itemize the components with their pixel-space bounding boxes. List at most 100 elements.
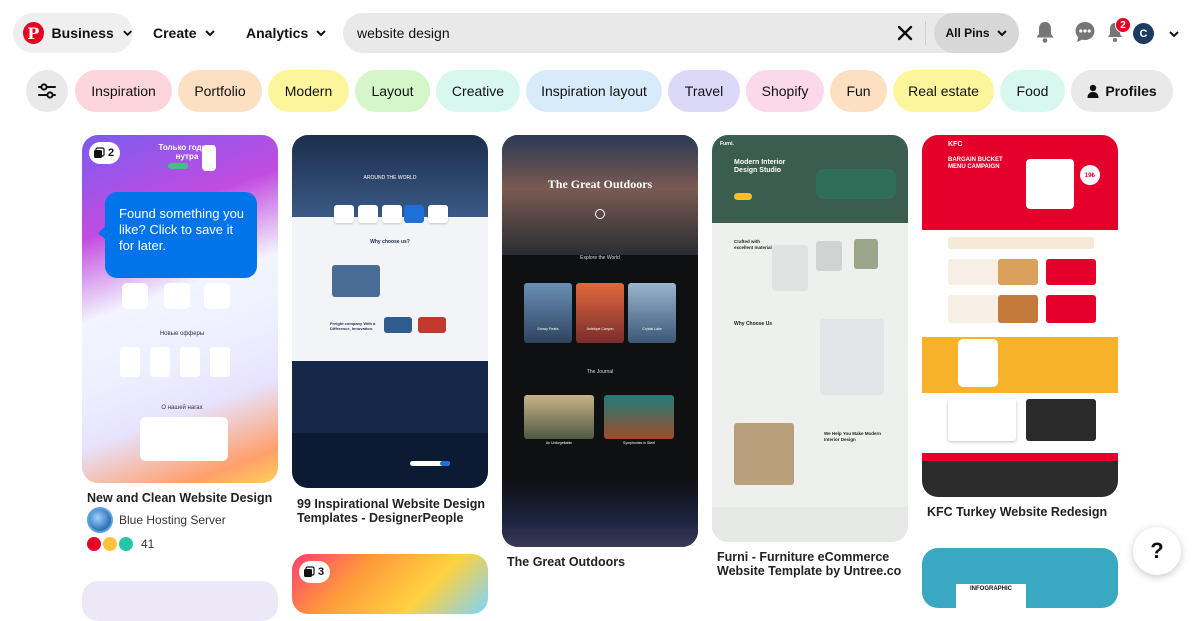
pin-image-99-inspirational[interactable]: AROUND THE WORLD Why choose us? Freight … [292,135,488,488]
chip-label: Food [1016,83,1049,99]
pin-section-text: Crafted with excellent material. [734,239,774,250]
bell-icon[interactable] [1033,20,1057,44]
chip-profiles[interactable]: Profiles [1071,70,1173,112]
create-label: Create [153,25,197,41]
sofa-shape [816,169,896,199]
chevron-down-icon [123,30,132,37]
pin-image-furni[interactable]: Furni. Modern Interior Design Studio Cra… [712,135,908,542]
chip-real-estate[interactable]: Real estate [893,70,994,112]
stack-icon [304,566,315,577]
pin-image-colorful[interactable]: 3 [292,554,488,614]
chip-label: Creative [451,83,505,99]
pin-image-new-and-clean[interactable]: Только годная нутра Новые офферы О нашей… [82,135,278,483]
pin-hero-text: AROUND THE WORLD [363,175,417,181]
bottle-shape [202,145,216,171]
burger-mini [998,259,1038,285]
sliders-icon [38,83,56,99]
all-pins-dropdown[interactable]: All Pins [934,13,1019,53]
heart-reaction-icon [87,537,101,551]
footer-mountain [502,479,698,547]
app-promo-section [922,337,1118,393]
creator-name[interactable]: Blue Hosting Server [119,513,226,527]
chip-layout[interactable]: Layout [355,70,430,112]
chevron-down-icon [996,30,1007,37]
infographic-label: INFOGRAPHIC [970,586,1012,592]
analytics-menu-button[interactable]: Analytics [246,13,327,53]
help-button[interactable]: ? [1133,527,1181,575]
create-menu-button[interactable]: Create [153,13,216,53]
search-divider [925,21,926,45]
filter-button[interactable] [26,70,68,112]
card-mini [122,283,148,309]
pin-creator[interactable]: Blue Hosting Server [87,507,226,533]
play-icon [595,209,605,219]
service-card [382,205,402,223]
chip-travel[interactable]: Travel [668,70,740,112]
top-nav: P Business Create Analytics All Pins 2 C [0,0,1200,66]
chip-label: Modern [284,83,333,99]
pin-title[interactable]: The Great Outdoors [507,555,697,569]
pinterest-logo-icon[interactable]: P [23,22,44,44]
chip-food[interactable]: Food [1000,70,1065,112]
card-image [628,283,676,343]
clear-search-icon[interactable] [895,23,915,43]
card-label: Snowy Peaks [537,327,559,331]
product-mini [120,347,140,377]
pin-section-text: Новые офферы [159,331,205,337]
product-mini [180,347,200,377]
chip-fun[interactable]: Fun [830,70,887,112]
brand-text: KFC [948,141,963,148]
image-mini [384,317,412,333]
cta-mini [168,163,188,169]
button-mini [440,461,450,466]
chevron-down-icon [204,30,215,37]
post-card [1026,399,1096,441]
image-mini [734,423,794,485]
offer-card [1046,295,1096,323]
pin-title[interactable]: New and Clean Website Design [87,491,277,505]
pin-title[interactable]: KFC Turkey Website Redesign [927,505,1117,519]
pin-image-infographic[interactable]: INFOGRAPHIC [922,548,1118,608]
chip-inspiration-layout[interactable]: Inspiration layout [526,70,662,112]
chip-creative[interactable]: Creative [436,70,520,112]
creator-avatar[interactable] [87,507,113,533]
chip-modern[interactable]: Modern [268,70,349,112]
cta-mini [734,193,752,200]
chip-portfolio[interactable]: Portfolio [178,70,262,112]
search-input[interactable] [357,13,877,53]
business-label: Business [51,25,114,41]
pin-title[interactable]: 99 Inspirational Website Design Template… [297,497,487,525]
chip-label: Layout [371,83,414,99]
journal-label: An Unforgettable [545,441,573,445]
all-pins-label: All Pins [945,26,990,40]
wow-reaction-icon [103,537,117,551]
pin-hero-text: The Great Outdoors [547,177,653,191]
chip-shopify[interactable]: Shopify [746,70,824,112]
post-card [948,399,1016,441]
chevron-down-icon [316,30,326,37]
chip-inspiration[interactable]: Inspiration [75,70,172,112]
chip-label: Portfolio [194,83,246,99]
pin-image-kfc[interactable]: KFC BARGAIN BUCKET MENU CAMPAIGN 19₺ [922,135,1118,497]
product-mini [150,347,170,377]
chip-label: Inspiration [91,83,156,99]
business-menu-button[interactable]: P Business [13,13,133,53]
hero-mountains [502,135,698,255]
image-mini [820,319,884,395]
search-bar: All Pins [343,13,1019,53]
dark-section [292,361,488,433]
card-mini [204,283,230,309]
pin-image-next[interactable] [82,581,278,621]
analytics-label: Analytics [246,25,309,41]
pin-title[interactable]: Furni - Furniture eCommerce Website Temp… [717,550,907,578]
reaction-summary[interactable]: 41 [87,537,154,551]
service-card [334,205,354,223]
pin-section-text-3: We Help You Make Modern Interior Design [824,431,882,442]
messages-icon[interactable] [1073,20,1097,44]
price-badge: 19₺ [1080,165,1100,185]
pin-image-great-outdoors[interactable]: The Great Outdoors Explore the World Sno… [502,135,698,547]
card-image [524,283,572,343]
reaction-count: 41 [141,537,155,551]
account-chevron-down-icon[interactable] [1168,28,1180,40]
user-avatar[interactable]: C [1133,23,1154,44]
